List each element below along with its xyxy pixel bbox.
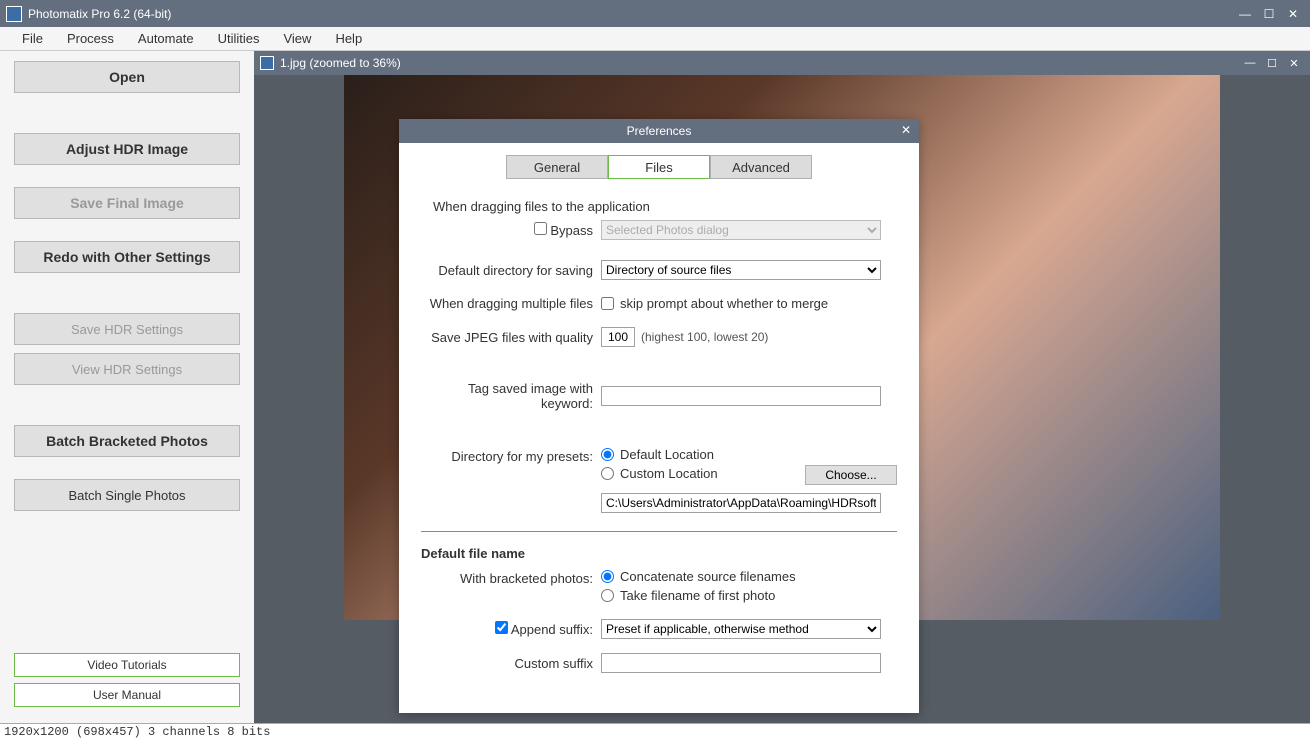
presets-default-radio[interactable]: [601, 448, 614, 461]
save-final-button[interactable]: Save Final Image: [14, 187, 240, 219]
append-suffix-label: Append suffix:: [511, 622, 593, 637]
bypass-dropdown[interactable]: Selected Photos dialog: [601, 220, 881, 240]
tab-files[interactable]: Files: [608, 155, 710, 179]
batch-single-button[interactable]: Batch Single Photos: [14, 479, 240, 511]
batch-bracketed-button[interactable]: Batch Bracketed Photos: [14, 425, 240, 457]
presets-dir-label: Directory for my presets:: [421, 447, 601, 464]
main-titlebar: Photomatix Pro 6.2 (64-bit) — ☐ ✕: [0, 0, 1310, 27]
custom-suffix-label: Custom suffix: [421, 656, 601, 671]
menu-help[interactable]: Help: [323, 31, 374, 46]
bypass-label: Bypass: [550, 223, 593, 238]
filename-heading: Default file name: [421, 546, 897, 561]
document-titlebar: 1.jpg (zoomed to 36%) — ☐ ✕: [254, 51, 1310, 75]
dialog-title: Preferences: [627, 124, 692, 138]
adjust-hdr-button[interactable]: Adjust HDR Image: [14, 133, 240, 165]
presets-path-input[interactable]: [601, 493, 881, 513]
default-dir-label: Default directory for saving: [421, 263, 601, 278]
bracketed-label: With bracketed photos:: [421, 569, 601, 586]
presets-custom-label: Custom Location: [620, 466, 718, 481]
presets-default-label: Default Location: [620, 447, 714, 462]
custom-suffix-input[interactable]: [601, 653, 881, 673]
view-hdr-settings-button[interactable]: View HDR Settings: [14, 353, 240, 385]
user-manual-link[interactable]: User Manual: [14, 683, 240, 707]
multi-label: When dragging multiple files: [421, 296, 601, 311]
jpeg-hint: (highest 100, lowest 20): [641, 330, 768, 344]
doc-close-button[interactable]: ✕: [1284, 56, 1304, 70]
menu-utilities[interactable]: Utilities: [206, 31, 272, 46]
presets-custom-radio[interactable]: [601, 467, 614, 480]
concat-radio[interactable]: [601, 570, 614, 583]
menu-process[interactable]: Process: [55, 31, 126, 46]
dialog-close-button[interactable]: ✕: [901, 123, 911, 137]
app-title: Photomatix Pro 6.2 (64-bit): [28, 7, 1234, 21]
doc-maximize-button[interactable]: ☐: [1262, 56, 1282, 70]
close-button[interactable]: ✕: [1282, 6, 1304, 22]
tag-label: Tag saved image with keyword:: [421, 381, 601, 411]
tag-keyword-input[interactable]: [601, 386, 881, 406]
doc-title: 1.jpg (zoomed to 36%): [280, 56, 1240, 70]
menubar: File Process Automate Utilities View Hel…: [0, 27, 1310, 51]
app-icon: [6, 6, 22, 22]
skip-prompt-checkbox[interactable]: [601, 297, 614, 310]
suffix-dropdown[interactable]: Preset if applicable, otherwise method: [601, 619, 881, 639]
save-hdr-settings-button[interactable]: Save HDR Settings: [14, 313, 240, 345]
choose-button[interactable]: Choose...: [805, 465, 897, 485]
concat-label: Concatenate source filenames: [620, 569, 796, 584]
tab-general[interactable]: General: [506, 155, 608, 179]
jpeg-label: Save JPEG files with quality: [421, 330, 601, 345]
skip-prompt-label: skip prompt about whether to merge: [620, 296, 828, 311]
dragging-heading: When dragging files to the application: [421, 199, 897, 214]
append-suffix-checkbox[interactable]: [495, 621, 508, 634]
redo-button[interactable]: Redo with Other Settings: [14, 241, 240, 273]
dialog-titlebar: Preferences ✕: [399, 119, 919, 143]
menu-view[interactable]: View: [271, 31, 323, 46]
video-tutorials-link[interactable]: Video Tutorials: [14, 653, 240, 677]
statusbar: 1920x1200 (698x457) 3 channels 8 bits: [0, 723, 1310, 742]
doc-icon: [260, 56, 274, 70]
sidebar: Open Adjust HDR Image Save Final Image R…: [0, 51, 254, 723]
menu-automate[interactable]: Automate: [126, 31, 206, 46]
bypass-checkbox[interactable]: [534, 222, 547, 235]
maximize-button[interactable]: ☐: [1258, 6, 1280, 22]
take-first-label: Take filename of first photo: [620, 588, 775, 603]
take-first-radio[interactable]: [601, 589, 614, 602]
preferences-dialog: Preferences ✕ General Files Advanced Whe…: [399, 119, 919, 713]
menu-file[interactable]: File: [10, 31, 55, 46]
doc-minimize-button[interactable]: —: [1240, 56, 1260, 70]
jpeg-quality-input[interactable]: [601, 327, 635, 347]
tab-advanced[interactable]: Advanced: [710, 155, 812, 179]
default-dir-dropdown[interactable]: Directory of source files: [601, 260, 881, 280]
minimize-button[interactable]: —: [1234, 6, 1256, 22]
open-button[interactable]: Open: [14, 61, 240, 93]
